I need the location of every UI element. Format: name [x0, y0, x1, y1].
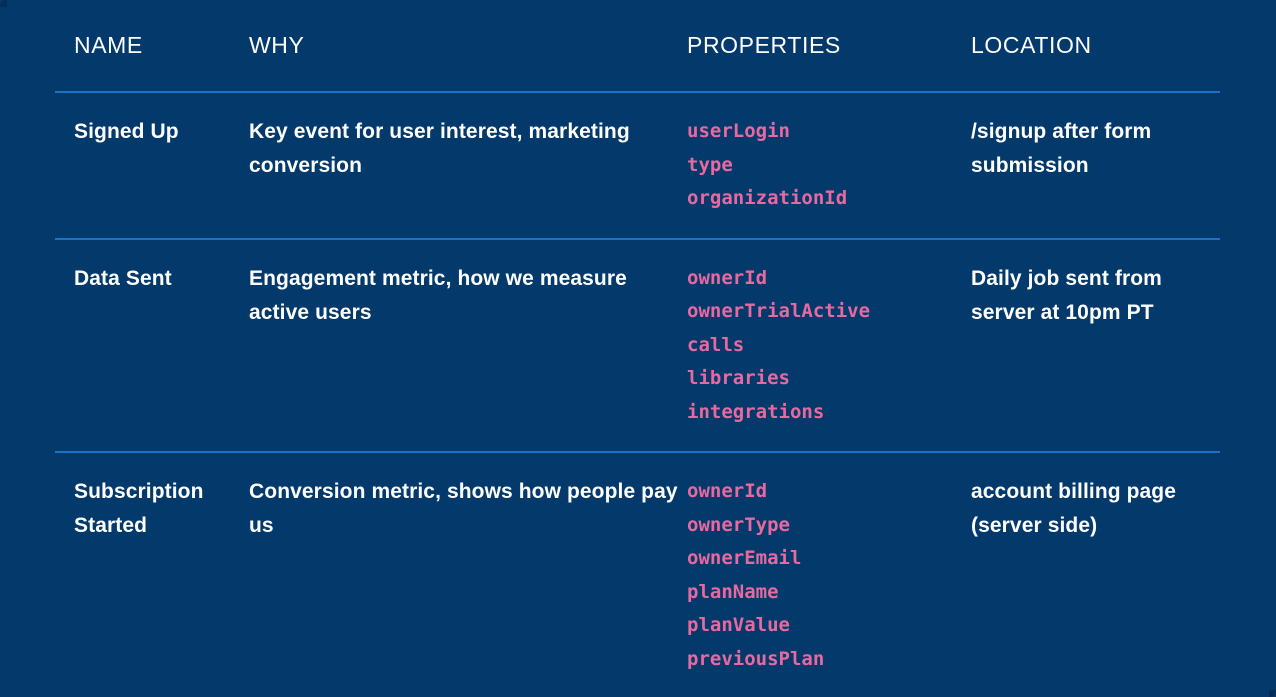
- event-why: Engagement metric, how we measure active…: [249, 266, 627, 324]
- event-why: Conversion metric, shows how people pay …: [249, 480, 678, 537]
- column-header-why: WHY: [249, 31, 305, 58]
- property-item: planName: [687, 580, 779, 603]
- property-item: ownerEmail: [687, 547, 802, 569]
- event-location: Daily job sent from server at 10pm PT: [971, 266, 1162, 324]
- property-item: calls: [687, 333, 745, 356]
- property-item: planValue: [687, 614, 790, 636]
- property-list: ownerId ownerType ownerEmail planName pl…: [687, 475, 971, 676]
- property-item: libraries: [687, 367, 790, 389]
- table-row: Signed Up Key event for user interest, m…: [55, 93, 1220, 238]
- event-name: Data Sent: [74, 266, 172, 290]
- table-header-row: NAME WHY PROPERTIES LOCATION: [55, 0, 1220, 91]
- property-item: userLogin: [687, 120, 790, 142]
- event-properties: ownerId ownerTrialActive calls libraries…: [687, 262, 971, 430]
- event-properties: userLogin type organizationId: [687, 115, 971, 216]
- property-item: ownerTrialActive: [687, 300, 871, 322]
- property-item: ownerId: [687, 480, 768, 502]
- property-item: ownerId: [687, 266, 768, 289]
- events-reference-card: NAME WHY PROPERTIES LOCATION Signed Up K…: [0, 0, 1276, 697]
- event-location: account billing page (server side): [971, 480, 1177, 537]
- event-properties: ownerId ownerType ownerEmail planName pl…: [687, 475, 971, 676]
- column-header-name: NAME: [74, 31, 143, 58]
- card-corner-bottom-right: [1269, 690, 1276, 697]
- event-location: /signup after form submission: [971, 120, 1152, 177]
- events-table: NAME WHY PROPERTIES LOCATION Signed Up K…: [55, 0, 1220, 697]
- event-name: Subscription Started: [74, 480, 204, 537]
- column-header-location: LOCATION: [971, 31, 1092, 58]
- property-item: previousPlan: [687, 647, 825, 670]
- property-list: userLogin type organizationId: [687, 115, 971, 216]
- property-item: type: [687, 153, 733, 176]
- table-row: Data Sent Engagement metric, how we meas…: [55, 240, 1220, 452]
- column-header-properties: PROPERTIES: [687, 31, 841, 58]
- property-item: organizationId: [687, 187, 848, 209]
- property-list: ownerId ownerTrialActive calls libraries…: [687, 262, 971, 430]
- table-row: Subscription Started Conversion metric, …: [55, 453, 1220, 697]
- event-why: Key event for user interest, marketing c…: [249, 120, 630, 177]
- card-corner-top-left: [0, 0, 7, 7]
- property-item: integrations: [687, 400, 825, 423]
- event-name: Signed Up: [74, 120, 179, 143]
- property-item: ownerType: [687, 513, 790, 536]
